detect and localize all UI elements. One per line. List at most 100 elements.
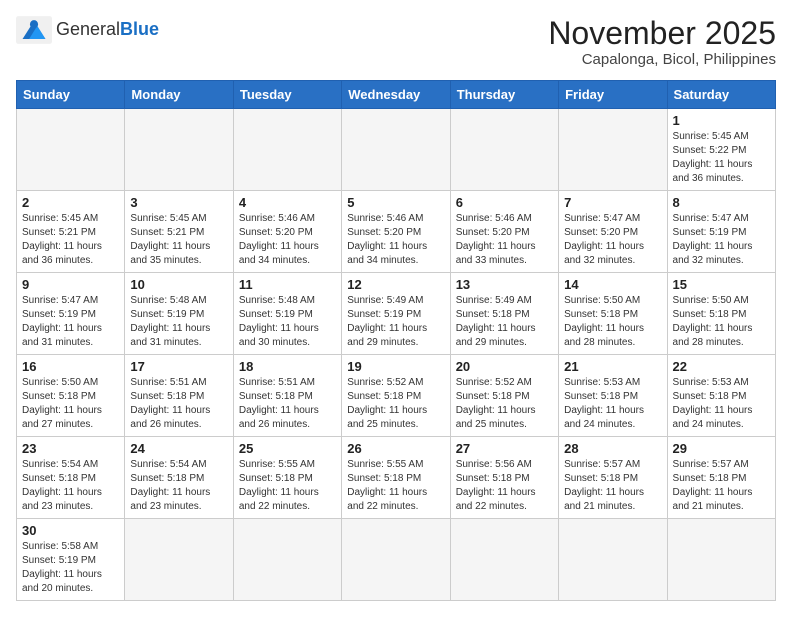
calendar-cell: 15 Sunrise: 5:50 AMSunset: 5:18 PMDayligh…	[667, 273, 775, 355]
weekday-header-thursday: Thursday	[450, 81, 558, 109]
calendar-cell: 14 Sunrise: 5:50 AMSunset: 5:18 PMDayligh…	[559, 273, 667, 355]
title-area: November 2025 Capalonga, Bicol, Philippi…	[548, 16, 776, 68]
day-number: 7	[564, 195, 661, 210]
day-number: 5	[347, 195, 444, 210]
cell-content: Sunrise: 5:54 AMSunset: 5:18 PMDaylight:…	[130, 458, 227, 514]
calendar-cell: 3 Sunrise: 5:45 AMSunset: 5:21 PMDaylight…	[125, 191, 233, 273]
calendar-table: SundayMondayTuesdayWednesdayThursdayFrid…	[16, 80, 776, 601]
cell-content: Sunrise: 5:51 AMSunset: 5:18 PMDaylight:…	[239, 376, 336, 432]
calendar-cell: 24Sunrise: 5:54 AMSunset: 5:18 PMDayligh…	[125, 437, 233, 519]
cell-content: Sunrise: 5:57 AMSunset: 5:18 PMDaylight:…	[673, 458, 770, 514]
cell-content: Sunrise: 5:50 AMSunset: 5:18 PMDaylight:…	[673, 294, 770, 350]
day-number: 8	[673, 195, 770, 210]
cell-content: Sunrise: 5:50 AMSunset: 5:18 PMDaylight:…	[564, 294, 661, 350]
cell-content: Sunrise: 5:45 AMSunset: 5:21 PMDaylight:…	[22, 212, 119, 268]
day-number: 20	[456, 359, 553, 374]
cell-content: Sunrise: 5:56 AMSunset: 5:18 PMDaylight:…	[456, 458, 553, 514]
calendar-week-row: 2Sunrise: 5:45 AMSunset: 5:21 PMDaylight…	[17, 191, 776, 273]
cell-content: Sunrise: 5:48 AMSunset: 5:19 PMDaylight:…	[239, 294, 336, 350]
day-number: 4	[239, 195, 336, 210]
cell-content: Sunrise: 5:50 AMSunset: 5:18 PMDaylight:…	[22, 376, 119, 432]
calendar-cell	[342, 519, 450, 601]
cell-content: Sunrise: 5:53 AMSunset: 5:18 PMDaylight:…	[564, 376, 661, 432]
calendar-cell	[233, 109, 341, 191]
calendar-cell: 21 Sunrise: 5:53 AMSunset: 5:18 PMDayligh…	[559, 355, 667, 437]
calendar-cell	[559, 519, 667, 601]
day-number: 28	[564, 441, 661, 456]
day-number: 11	[239, 277, 336, 292]
cell-content: Sunrise: 5:54 AMSunset: 5:18 PMDaylight:…	[22, 458, 119, 514]
location: Capalonga, Bicol, Philippines	[548, 51, 776, 68]
header: GeneralBlue November 2025 Capalonga, Bic…	[16, 16, 776, 68]
cell-content: Sunrise: 5:52 AMSunset: 5:18 PMDaylight:…	[347, 376, 444, 432]
day-number: 15	[673, 277, 770, 292]
calendar-cell	[125, 519, 233, 601]
cell-content: Sunrise: 5:45 AMSunset: 5:21 PMDaylight:…	[130, 212, 227, 268]
weekday-header-row: SundayMondayTuesdayWednesdayThursdayFrid…	[17, 81, 776, 109]
day-number: 30	[22, 523, 119, 538]
month-title: November 2025	[548, 16, 776, 51]
cell-content: Sunrise: 5:53 AMSunset: 5:18 PMDaylight:…	[673, 376, 770, 432]
day-number: 23	[22, 441, 119, 456]
cell-content: Sunrise: 5:49 AMSunset: 5:19 PMDaylight:…	[347, 294, 444, 350]
cell-content: Sunrise: 5:55 AMSunset: 5:18 PMDaylight:…	[347, 458, 444, 514]
cell-content: Sunrise: 5:49 AMSunset: 5:18 PMDaylight:…	[456, 294, 553, 350]
day-number: 14	[564, 277, 661, 292]
cell-content: Sunrise: 5:47 AMSunset: 5:19 PMDaylight:…	[673, 212, 770, 268]
calendar-cell	[450, 519, 558, 601]
cell-content: Sunrise: 5:46 AMSunset: 5:20 PMDaylight:…	[239, 212, 336, 268]
calendar-cell	[667, 519, 775, 601]
logo: GeneralBlue	[16, 16, 159, 44]
weekday-header-tuesday: Tuesday	[233, 81, 341, 109]
day-number: 1	[673, 113, 770, 128]
calendar-cell: 22 Sunrise: 5:53 AMSunset: 5:18 PMDayligh…	[667, 355, 775, 437]
calendar-cell: 7Sunrise: 5:47 AMSunset: 5:20 PMDaylight…	[559, 191, 667, 273]
calendar-cell: 26Sunrise: 5:55 AMSunset: 5:18 PMDayligh…	[342, 437, 450, 519]
calendar-cell	[342, 109, 450, 191]
calendar-cell: 30 Sunrise: 5:58 AMSunset: 5:19 PMDayligh…	[17, 519, 125, 601]
day-number: 22	[673, 359, 770, 374]
day-number: 6	[456, 195, 553, 210]
day-number: 27	[456, 441, 553, 456]
calendar-cell	[125, 109, 233, 191]
calendar-cell: 17 Sunrise: 5:51 AMSunset: 5:18 PMDayligh…	[125, 355, 233, 437]
calendar-week-row: 1 Sunrise: 5:45 AMSunset: 5:22 PMDaylight…	[17, 109, 776, 191]
cell-content: Sunrise: 5:46 AMSunset: 5:20 PMDaylight:…	[347, 212, 444, 268]
logo-icon	[16, 16, 52, 44]
cell-content: Sunrise: 5:46 AMSunset: 5:20 PMDaylight:…	[456, 212, 553, 268]
calendar-cell: 28 Sunrise: 5:57 AMSunset: 5:18 PMDayligh…	[559, 437, 667, 519]
weekday-header-wednesday: Wednesday	[342, 81, 450, 109]
cell-content: Sunrise: 5:57 AMSunset: 5:18 PMDaylight:…	[564, 458, 661, 514]
calendar-cell: 18Sunrise: 5:51 AMSunset: 5:18 PMDayligh…	[233, 355, 341, 437]
day-number: 21	[564, 359, 661, 374]
calendar-cell: 19Sunrise: 5:52 AMSunset: 5:18 PMDayligh…	[342, 355, 450, 437]
weekday-header-saturday: Saturday	[667, 81, 775, 109]
calendar-cell: 11 Sunrise: 5:48 AMSunset: 5:19 PMDayligh…	[233, 273, 341, 355]
calendar-cell	[559, 109, 667, 191]
calendar-cell: 2Sunrise: 5:45 AMSunset: 5:21 PMDaylight…	[17, 191, 125, 273]
calendar-cell: 8 Sunrise: 5:47 AMSunset: 5:19 PMDaylight…	[667, 191, 775, 273]
calendar-cell	[233, 519, 341, 601]
calendar-cell: 25 Sunrise: 5:55 AMSunset: 5:18 PMDayligh…	[233, 437, 341, 519]
cell-content: Sunrise: 5:58 AMSunset: 5:19 PMDaylight:…	[22, 540, 119, 596]
calendar-cell: 13 Sunrise: 5:49 AMSunset: 5:18 PMDayligh…	[450, 273, 558, 355]
cell-content: Sunrise: 5:45 AMSunset: 5:22 PMDaylight:…	[673, 130, 770, 186]
calendar-week-row: 30 Sunrise: 5:58 AMSunset: 5:19 PMDayligh…	[17, 519, 776, 601]
logo-text: GeneralBlue	[56, 20, 159, 40]
calendar-cell: 12Sunrise: 5:49 AMSunset: 5:19 PMDayligh…	[342, 273, 450, 355]
calendar-cell: 27 Sunrise: 5:56 AMSunset: 5:18 PMDayligh…	[450, 437, 558, 519]
day-number: 17	[130, 359, 227, 374]
cell-content: Sunrise: 5:51 AMSunset: 5:18 PMDaylight:…	[130, 376, 227, 432]
cell-content: Sunrise: 5:52 AMSunset: 5:18 PMDaylight:…	[456, 376, 553, 432]
day-number: 13	[456, 277, 553, 292]
cell-content: Sunrise: 5:55 AMSunset: 5:18 PMDaylight:…	[239, 458, 336, 514]
day-number: 25	[239, 441, 336, 456]
cell-content: Sunrise: 5:47 AMSunset: 5:19 PMDaylight:…	[22, 294, 119, 350]
calendar-cell	[17, 109, 125, 191]
day-number: 29	[673, 441, 770, 456]
calendar-cell: 10Sunrise: 5:48 AMSunset: 5:19 PMDayligh…	[125, 273, 233, 355]
cell-content: Sunrise: 5:48 AMSunset: 5:19 PMDaylight:…	[130, 294, 227, 350]
day-number: 3	[130, 195, 227, 210]
calendar-cell: 4 Sunrise: 5:46 AMSunset: 5:20 PMDaylight…	[233, 191, 341, 273]
weekday-header-monday: Monday	[125, 81, 233, 109]
